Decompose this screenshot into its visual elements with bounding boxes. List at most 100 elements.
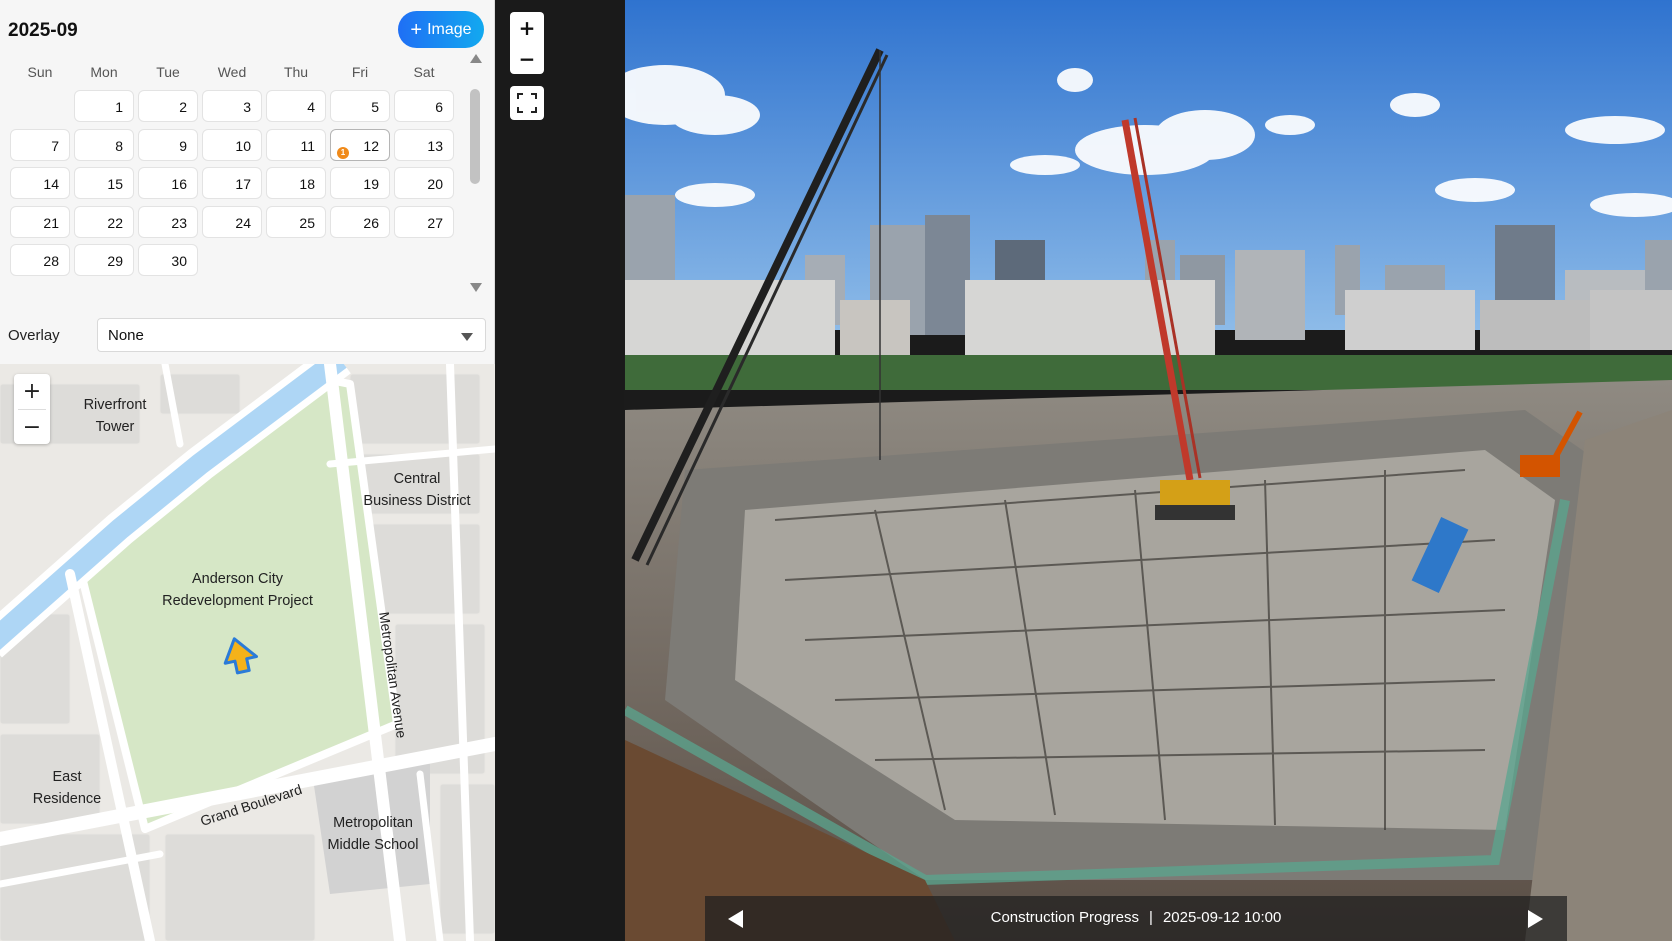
calendar-day-cell[interactable]: 8	[74, 128, 134, 161]
calendar-day-number: 26	[363, 214, 379, 231]
weekday-label: Fri	[351, 64, 369, 80]
caption-title: Construction Progress	[990, 909, 1140, 926]
calendar-day-number: 30	[171, 253, 187, 269]
calendar-day-cell[interactable]: 28	[10, 244, 70, 276]
calendar-day-cell[interactable]: 22	[74, 205, 134, 238]
calendar-day-cell[interactable]: 23	[138, 205, 198, 238]
calendar-day-number: 5	[371, 99, 379, 115]
viewer-zoom-out-button[interactable]: −	[510, 43, 544, 74]
calendar-day-number: 4	[307, 99, 315, 115]
calendar-day-cell[interactable]: 5	[330, 90, 390, 122]
calendar-day-cell[interactable]: 7	[10, 128, 70, 161]
calendar-day-number: 12	[363, 137, 379, 154]
map-zoom-out-button[interactable]: −	[14, 410, 50, 445]
cbd-text: Central Business District	[363, 471, 471, 509]
overlay-select[interactable]: None	[97, 318, 486, 352]
calendar-day-number: 23	[171, 214, 187, 231]
calendar-day-cell[interactable]: 19	[330, 167, 390, 199]
calendar-weekday-header: Sun Mon Tue Wed Thu Fri Sat	[8, 64, 456, 80]
viewer-zoom-in-button[interactable]: +	[510, 12, 544, 43]
calendar-day-number: 14	[43, 176, 59, 192]
fullscreen-button[interactable]	[510, 86, 544, 120]
caption-timestamp: 2025-09-12 10:00	[1162, 909, 1282, 926]
calendar-day-number: 22	[107, 214, 123, 231]
calendar-day-cell[interactable]: 25	[266, 205, 326, 238]
calendar-day-cell[interactable]: 30	[138, 244, 198, 276]
calendar-day-number: 29	[107, 253, 123, 269]
weekday-label: Sat	[413, 64, 435, 80]
photo-count-badge: 1	[337, 146, 349, 159]
calendar-day-number: 1	[115, 99, 123, 115]
overlay-label: Overlay	[8, 327, 60, 344]
calendar-day-cell[interactable]: 1	[74, 90, 134, 122]
weekday-label: Thu	[283, 64, 309, 80]
calendar-day-number: 11	[300, 137, 315, 154]
map-label-riverfront-tower: Riverfront Tower	[70, 394, 160, 438]
calendar-day-number: 20	[427, 176, 443, 192]
viewer-zoom-control: + −	[510, 12, 544, 74]
calendar-day-cell[interactable]: 1 12	[330, 128, 390, 161]
calendar-day-cell[interactable]: 18	[266, 167, 326, 199]
calendar-day-cell[interactable]: 29	[74, 244, 134, 276]
calendar-day-cell[interactable]: 2	[138, 90, 198, 122]
calendar-day-number: 27	[427, 214, 443, 231]
scroll-thumb[interactable]	[470, 89, 480, 184]
middle-school-text: Metropolitan Middle School	[327, 815, 419, 853]
weekday-label: Tue	[156, 64, 180, 80]
calendar-day-cell[interactable]: 3	[202, 90, 262, 122]
map-label-middle-school: Metropolitan Middle School	[318, 812, 428, 856]
scroll-up-arrow-icon[interactable]	[470, 54, 482, 63]
add-image-label: Image	[427, 20, 472, 38]
calendar-day-cell[interactable]: 26	[330, 205, 390, 238]
calendar-day-number: 2	[179, 99, 187, 115]
caption-separator: |	[1149, 909, 1153, 926]
calendar-day-number: 8	[115, 137, 123, 154]
calendar-day-number: 10	[235, 137, 251, 154]
riverfront-tower-text: Riverfront Tower	[83, 397, 147, 435]
calendar-day-number: 9	[179, 137, 187, 154]
calendar-scrollbar[interactable]	[468, 54, 482, 294]
calendar-day-cell[interactable]: 16	[138, 167, 198, 199]
construction-site-photo	[625, 0, 1672, 941]
calendar-day-cell[interactable]: 9	[138, 128, 198, 161]
calendar-day-cell[interactable]: 17	[202, 167, 262, 199]
calendar-day-number: 6	[435, 99, 443, 115]
construction-photo-viewer[interactable]: Construction Progress | 2025-09-12 10:00	[625, 0, 1672, 941]
calendar-day-number: 25	[299, 214, 315, 231]
viewer-toolbar-strip: + −	[496, 0, 624, 941]
calendar-day-cell[interactable]: 20	[394, 167, 454, 199]
calendar-day-cell[interactable]: 15	[74, 167, 134, 199]
calendar-day-number: 24	[235, 214, 251, 231]
calendar-day-number: 15	[107, 176, 123, 192]
plus-icon: +	[410, 18, 423, 41]
left-panel: 2025-09 + Image Sun Mon Tue Wed Thu Fri Sat 12…	[0, 0, 495, 941]
overlay-selected-value: None	[108, 327, 144, 344]
site-map[interactable]: + − Riverfront Tower Central Business Di…	[0, 364, 495, 941]
calendar-day-cell[interactable]: 10	[202, 128, 262, 161]
map-label-east-residence: East Residence	[22, 766, 112, 810]
calendar-day-number: 21	[43, 214, 59, 231]
calendar-day-cell[interactable]: 6	[394, 90, 454, 122]
calendar-day-number: 18	[299, 176, 315, 192]
calendar-day-cell[interactable]: 27	[394, 205, 454, 238]
calendar-day-cell[interactable]: 4	[266, 90, 326, 122]
weekday-label: Mon	[90, 64, 118, 80]
calendar-day-cell[interactable]: 24	[202, 205, 262, 238]
calendar-day-cell[interactable]: 21	[10, 205, 70, 238]
fullscreen-icon	[517, 93, 537, 113]
calendar-day-number: 16	[171, 176, 187, 192]
calendar-day-cell[interactable]: 13	[394, 128, 454, 161]
map-zoom-in-button[interactable]: +	[14, 374, 50, 409]
next-photo-button[interactable]	[1521, 906, 1549, 932]
scroll-down-arrow-icon[interactable]	[470, 283, 482, 292]
triangle-right-icon	[1528, 910, 1543, 928]
map-zoom-control: + −	[14, 374, 50, 444]
calendar-day-cell[interactable]: 14	[10, 167, 70, 199]
chevron-down-icon	[461, 333, 473, 341]
map-label-central-business-district: Central Business District	[352, 468, 482, 512]
calendar-day-number: 19	[363, 176, 379, 192]
add-image-button[interactable]: + Image	[398, 11, 484, 48]
photo-caption-bar: Construction Progress | 2025-09-12 10:00	[705, 896, 1567, 941]
calendar-day-cell[interactable]: 11	[266, 128, 326, 161]
calendar-day-number: 7	[51, 137, 59, 154]
